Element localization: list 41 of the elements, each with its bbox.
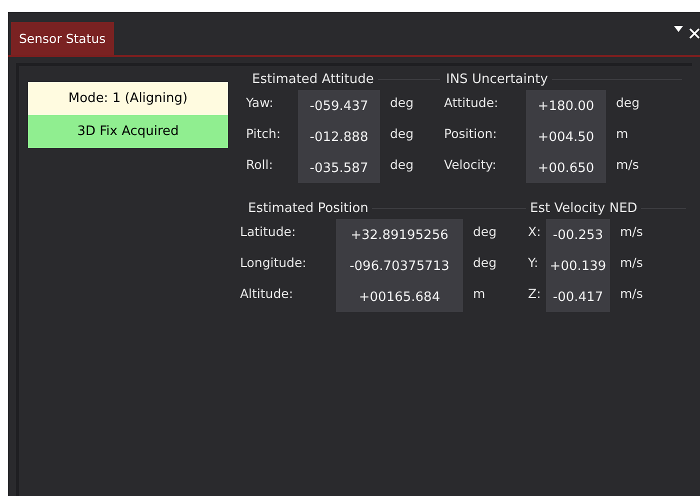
value-text: -096.70375713 bbox=[350, 258, 450, 276]
unit-label: deg bbox=[390, 156, 415, 174]
value-text: -012.888 bbox=[310, 129, 368, 147]
unit-label: deg bbox=[473, 254, 498, 272]
field-label: Roll: bbox=[246, 156, 274, 174]
field-label: Yaw: bbox=[246, 94, 274, 112]
value-text: -059.437 bbox=[310, 98, 368, 116]
unit-label: m/s bbox=[620, 223, 644, 241]
value-text: +00.139 bbox=[550, 258, 606, 276]
status-label: 3D Fix Acquired bbox=[28, 115, 228, 148]
unit-label: m/s bbox=[620, 285, 644, 303]
value-text: +180.00 bbox=[538, 98, 594, 116]
unit-label: m/s bbox=[616, 156, 640, 174]
value-text: +00165.684 bbox=[358, 289, 440, 307]
value-text: -00.417 bbox=[552, 289, 604, 307]
field-label: Longitude: bbox=[240, 254, 308, 272]
unit-label: deg bbox=[616, 94, 641, 112]
value-text: +004.50 bbox=[538, 129, 594, 147]
unit-label: deg bbox=[473, 223, 498, 241]
field-label: Position: bbox=[444, 125, 498, 143]
value-text: -00.253 bbox=[552, 227, 604, 245]
close-icon[interactable] bbox=[689, 28, 700, 39]
panel-tab[interactable]: Sensor Status bbox=[11, 22, 114, 55]
value-text: +32.89195256 bbox=[350, 227, 448, 245]
field-label: X: bbox=[528, 223, 542, 241]
field-label: Latitude: bbox=[240, 223, 297, 241]
unit-label: m/s bbox=[620, 254, 644, 272]
field-label: Altitude: bbox=[240, 285, 294, 303]
field-label: Velocity: bbox=[444, 156, 498, 174]
field-label: Pitch: bbox=[246, 125, 282, 143]
field-label: Attitude: bbox=[444, 94, 500, 112]
dropdown-icon[interactable] bbox=[674, 26, 683, 32]
unit-label: deg bbox=[390, 125, 415, 143]
field-label: Y: bbox=[528, 254, 540, 272]
unit-label: deg bbox=[390, 94, 415, 112]
unit-label: m bbox=[473, 285, 486, 303]
field-label: Z: bbox=[528, 285, 542, 303]
status-label: Mode: 1 (Aligning) bbox=[28, 82, 228, 115]
value-text: +00.650 bbox=[538, 160, 594, 178]
value-text: -035.587 bbox=[310, 160, 368, 178]
unit-label: m bbox=[616, 125, 630, 143]
